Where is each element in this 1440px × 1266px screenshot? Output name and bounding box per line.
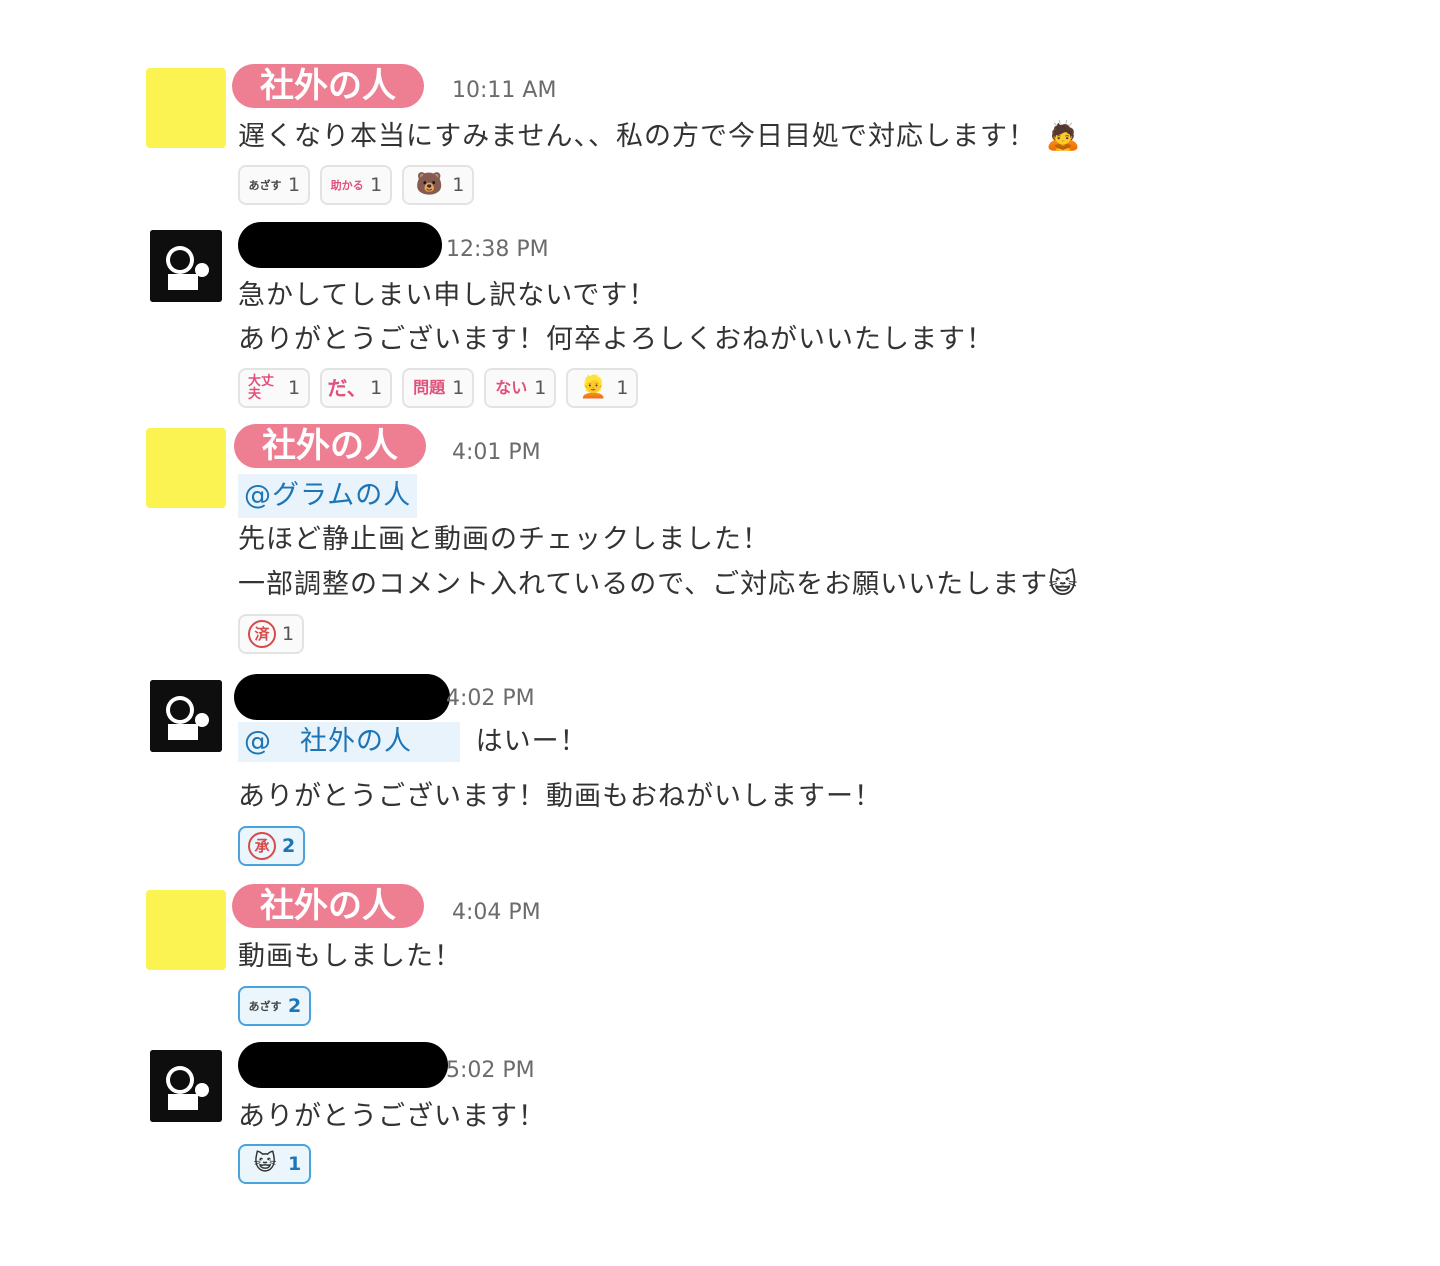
person-face-icon: 👱 xyxy=(579,375,608,400)
message-line: 急かしてしまい申し訳ないです！ xyxy=(238,280,657,311)
da-emoji-icon: だ、 xyxy=(327,376,367,400)
message-line: 遅くなり本当にすみません、、私の方で今日目処で対応します！ xyxy=(238,121,1036,152)
bowing-person-icon: 🙇 xyxy=(1045,119,1082,152)
reaction-count: 1 xyxy=(288,1153,302,1175)
reaction-count: 1 xyxy=(452,174,465,196)
user-mention[interactable]: @グラムの人 xyxy=(238,474,418,518)
daijoubu-emoji-icon: 大丈夫 xyxy=(248,374,275,402)
reaction[interactable]: 🐻 1 xyxy=(402,165,475,205)
reaction[interactable]: 問題 1 xyxy=(402,368,475,408)
timestamp[interactable]: 10:11 AM xyxy=(452,78,556,103)
reaction-count: 1 xyxy=(288,377,301,399)
avatar[interactable] xyxy=(146,68,226,148)
nai-emoji-icon: ない xyxy=(495,378,528,397)
reaction-count: 1 xyxy=(534,377,547,399)
avatar[interactable] xyxy=(150,230,222,302)
tasukaru-emoji-icon: 助かる xyxy=(330,178,364,192)
message-line: ありがとうございます！動画もおねがいしますー！ xyxy=(238,781,882,812)
approved-stamp-icon: 承 xyxy=(248,832,276,860)
azasu-emoji-icon: あざす xyxy=(248,999,282,1013)
message-text: 動画もしました！ xyxy=(238,934,462,973)
reaction-count: 1 xyxy=(288,174,301,196)
reaction[interactable]: あざす 1 xyxy=(238,165,311,205)
reaction[interactable]: ない 1 xyxy=(484,368,557,408)
message-text: 急かしてしまい申し訳ないです！ ありがとうございます！何卒よろしくおねがいいたし… xyxy=(238,274,994,362)
reaction-count: 1 xyxy=(452,377,465,399)
mondai-emoji-icon: 問題 xyxy=(413,378,446,397)
cat-face-icon: 😺 xyxy=(1048,567,1079,600)
reaction[interactable]: 助かる 1 xyxy=(320,165,393,205)
reaction-count: 1 xyxy=(370,377,383,399)
redacted-sender-name xyxy=(238,222,442,268)
reaction-count: 2 xyxy=(288,995,302,1017)
message-line: 先ほど静止画と動画のチェックしました！ xyxy=(238,524,770,555)
avatar[interactable] xyxy=(150,1050,222,1122)
reaction-count: 1 xyxy=(282,623,295,645)
message-line: はいー！ xyxy=(475,726,588,757)
sumi-stamp-icon: 済 xyxy=(248,620,276,648)
cat-face-icon: 😺 xyxy=(253,1151,277,1176)
character-avatar-icon xyxy=(150,230,222,302)
character-avatar-icon xyxy=(150,1050,222,1122)
reaction[interactable]: だ、 1 xyxy=(320,368,393,408)
reaction[interactable]: あざす 2 xyxy=(238,986,312,1026)
reaction[interactable]: 大丈夫 1 xyxy=(238,368,311,408)
redacted-sender-name xyxy=(238,1042,448,1088)
reaction[interactable]: 承 2 xyxy=(238,826,306,866)
reactions: 承 2 xyxy=(238,826,306,866)
azasu-emoji-icon: あざす xyxy=(248,178,282,192)
sender-name[interactable]: 社外の人 xyxy=(232,64,424,108)
message-text: @ 社外の人 はいー！ ありがとうございます！動画もおねがいしますー！ xyxy=(238,722,882,813)
reaction[interactable]: 済 1 xyxy=(238,614,305,654)
timestamp[interactable]: 12:38 PM xyxy=(446,237,549,262)
redacted-sender-name xyxy=(234,674,450,720)
avatar[interactable] xyxy=(146,428,226,508)
avatar[interactable] xyxy=(150,680,222,752)
timestamp[interactable]: 4:01 PM xyxy=(452,440,541,465)
message-line: 動画もしました！ xyxy=(238,941,462,972)
message-text: ありがとうございます！ xyxy=(238,1094,546,1133)
reaction[interactable]: 😺 1 xyxy=(238,1144,312,1184)
reaction-count: 2 xyxy=(282,835,296,857)
character-avatar-icon xyxy=(150,680,222,752)
reactions: 😺 1 xyxy=(238,1144,312,1184)
bear-face-icon: 🐻 xyxy=(415,172,443,197)
message-line: ありがとうございます！ xyxy=(238,1101,546,1132)
timestamp[interactable]: 4:04 PM xyxy=(452,900,541,925)
user-mention[interactable]: @ 社外の人 xyxy=(238,722,460,762)
reaction[interactable]: 👱 1 xyxy=(566,368,639,408)
avatar[interactable] xyxy=(146,890,226,970)
sender-name[interactable]: 社外の人 xyxy=(232,884,424,928)
reaction-count: 1 xyxy=(616,377,629,399)
reaction-count: 1 xyxy=(370,174,383,196)
message-text: 遅くなり本当にすみません、、私の方で今日目処で対応します！ 🙇 xyxy=(238,114,1081,153)
reactions: 大丈夫 1 だ、 1 問題 1 ない 1 👱 1 xyxy=(238,368,639,408)
message-line: ありがとうございます！何卒よろしくおねがいいたします！ xyxy=(238,324,994,355)
reactions: あざす 2 xyxy=(238,986,312,1026)
timestamp[interactable]: 4:02 PM xyxy=(446,686,535,711)
sender-name[interactable]: 社外の人 xyxy=(234,424,426,468)
message-line: 一部調整のコメント入れているので、ご対応をお願いいたします xyxy=(238,569,1049,600)
message-text: @グラムの人 先ほど静止画と動画のチェックしました！ 一部調整のコメント入れてい… xyxy=(238,474,1078,607)
reactions: あざす 1 助かる 1 🐻 1 xyxy=(238,165,475,205)
reactions: 済 1 xyxy=(238,614,305,654)
timestamp[interactable]: 5:02 PM xyxy=(446,1058,535,1083)
